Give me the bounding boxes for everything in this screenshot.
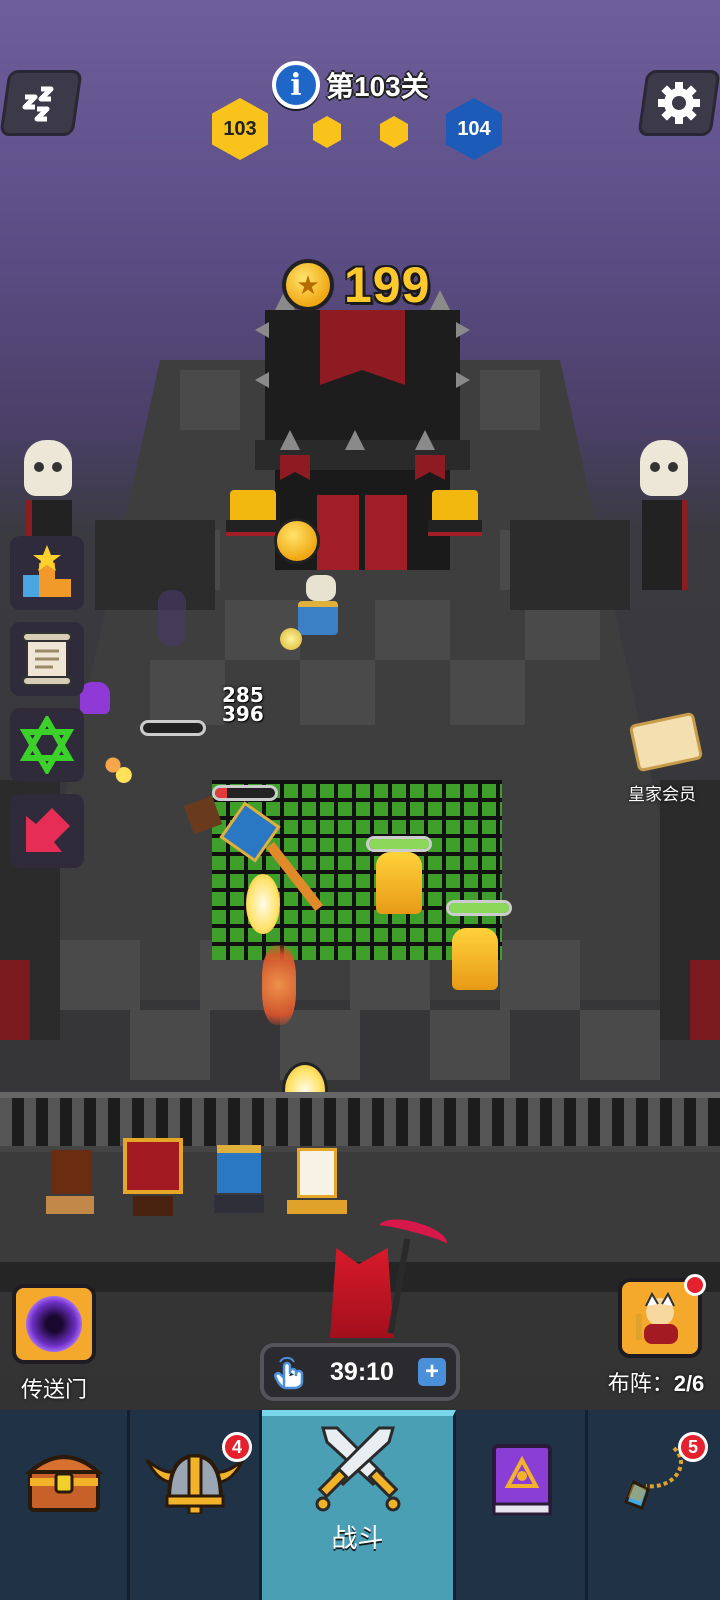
skull-icon — [24, 440, 72, 496]
boost-button[interactable] — [10, 794, 84, 868]
settings-button[interactable] — [637, 70, 720, 136]
tab-spellbook[interactable] — [456, 1410, 588, 1600]
portal-button[interactable]: 传送门 — [12, 1284, 96, 1404]
enemy-health-bar — [366, 836, 432, 852]
gear-icon — [658, 82, 700, 124]
bottom-nav: 4 战斗 5 — [0, 1410, 720, 1600]
hero-portrait-icon — [636, 1291, 678, 1344]
portal-icon-frame — [12, 1284, 96, 1364]
health-fill — [449, 903, 509, 913]
skull-icon — [640, 440, 688, 496]
tab-battle[interactable]: 战斗 — [262, 1410, 456, 1600]
royal-card-icon — [628, 711, 704, 773]
crossed-swords-icon — [315, 1426, 400, 1512]
purple-skull-icon — [80, 682, 110, 714]
battle-scene[interactable]: 285 396 — [0, 0, 720, 1410]
coin-count: 199 — [344, 257, 431, 313]
orange-sparks — [86, 740, 140, 790]
skeleton-unit — [294, 575, 344, 645]
amulet-badge: 5 — [678, 1432, 708, 1462]
level-header: i 第103关 — [272, 58, 429, 112]
notification-dot — [684, 1274, 706, 1296]
fire-elemental-enemy — [452, 928, 498, 990]
hexagram-button[interactable] — [10, 708, 84, 782]
hexagram-icon — [19, 716, 75, 774]
treasure-chest-icon — [24, 1455, 103, 1512]
health-fill — [369, 839, 429, 849]
reaper-hero — [300, 1213, 451, 1338]
formation-label: 布阵：2/6 — [594, 1366, 718, 1398]
hero-bench-slot[interactable] — [210, 1145, 268, 1217]
enemy-health-bar — [140, 720, 206, 736]
fire-elemental-enemy — [376, 852, 422, 914]
timer-value: 39:10 — [330, 1357, 394, 1386]
level-title: 第103关 — [326, 71, 429, 102]
gold-coin-icon: ★ — [282, 259, 334, 311]
iron-fence — [0, 1092, 720, 1152]
damage-number-list: 285 396 — [222, 685, 264, 726]
floating-coin-icon — [274, 518, 320, 564]
rank-trophy-icon — [23, 545, 71, 597]
hero-bench-slot[interactable] — [282, 1148, 352, 1220]
tab-battle-label: 战斗 — [331, 1523, 384, 1553]
skull-pillar-right — [636, 440, 696, 590]
spell-spark-icon — [280, 628, 302, 650]
rank-button[interactable] — [10, 536, 84, 610]
tab-heroes[interactable]: 4 — [130, 1410, 262, 1600]
spellbook-icon — [491, 1444, 552, 1516]
tap-hand-icon — [274, 1356, 304, 1390]
royal-member-label: 皇家会员 — [628, 785, 696, 804]
tab-amulet[interactable]: 5 — [588, 1410, 720, 1600]
brazier-right — [428, 480, 482, 542]
light-orb — [246, 874, 280, 934]
formation-icon-frame — [618, 1274, 706, 1358]
sleep-button[interactable] — [0, 70, 83, 136]
tab-chest[interactable] — [0, 1410, 130, 1600]
formation-label-text: 布阵： — [607, 1371, 674, 1396]
scroll-icon — [22, 632, 72, 686]
black-hole-icon — [26, 1296, 82, 1352]
hero-bench-slot[interactable] — [120, 1138, 186, 1218]
royal-member-button[interactable]: 皇家会员 — [622, 711, 710, 805]
fire-trail — [262, 945, 296, 1025]
add-time-button[interactable]: + — [417, 1358, 446, 1386]
formation-count: 2/6 — [673, 1371, 705, 1396]
red-arrow-icon — [26, 808, 70, 852]
formation-button[interactable]: 布阵：2/6 — [608, 1274, 718, 1398]
purple-skull-shadow — [158, 590, 186, 646]
sleep-zzz-icon — [22, 86, 54, 122]
scroll-button[interactable] — [10, 622, 84, 696]
enemy-health-bar — [446, 900, 512, 916]
auto-tap-timer[interactable]: 39:10 + — [260, 1343, 460, 1401]
heroes-badge: 4 — [222, 1432, 252, 1462]
coin-counter: ★ 199 — [282, 256, 430, 314]
hero-bench-slot[interactable] — [46, 1150, 98, 1216]
info-icon[interactable]: i — [272, 61, 320, 109]
brazier-left — [226, 480, 280, 542]
damage-number: 396 — [222, 702, 264, 726]
portal-label: 传送门 — [20, 1377, 87, 1402]
